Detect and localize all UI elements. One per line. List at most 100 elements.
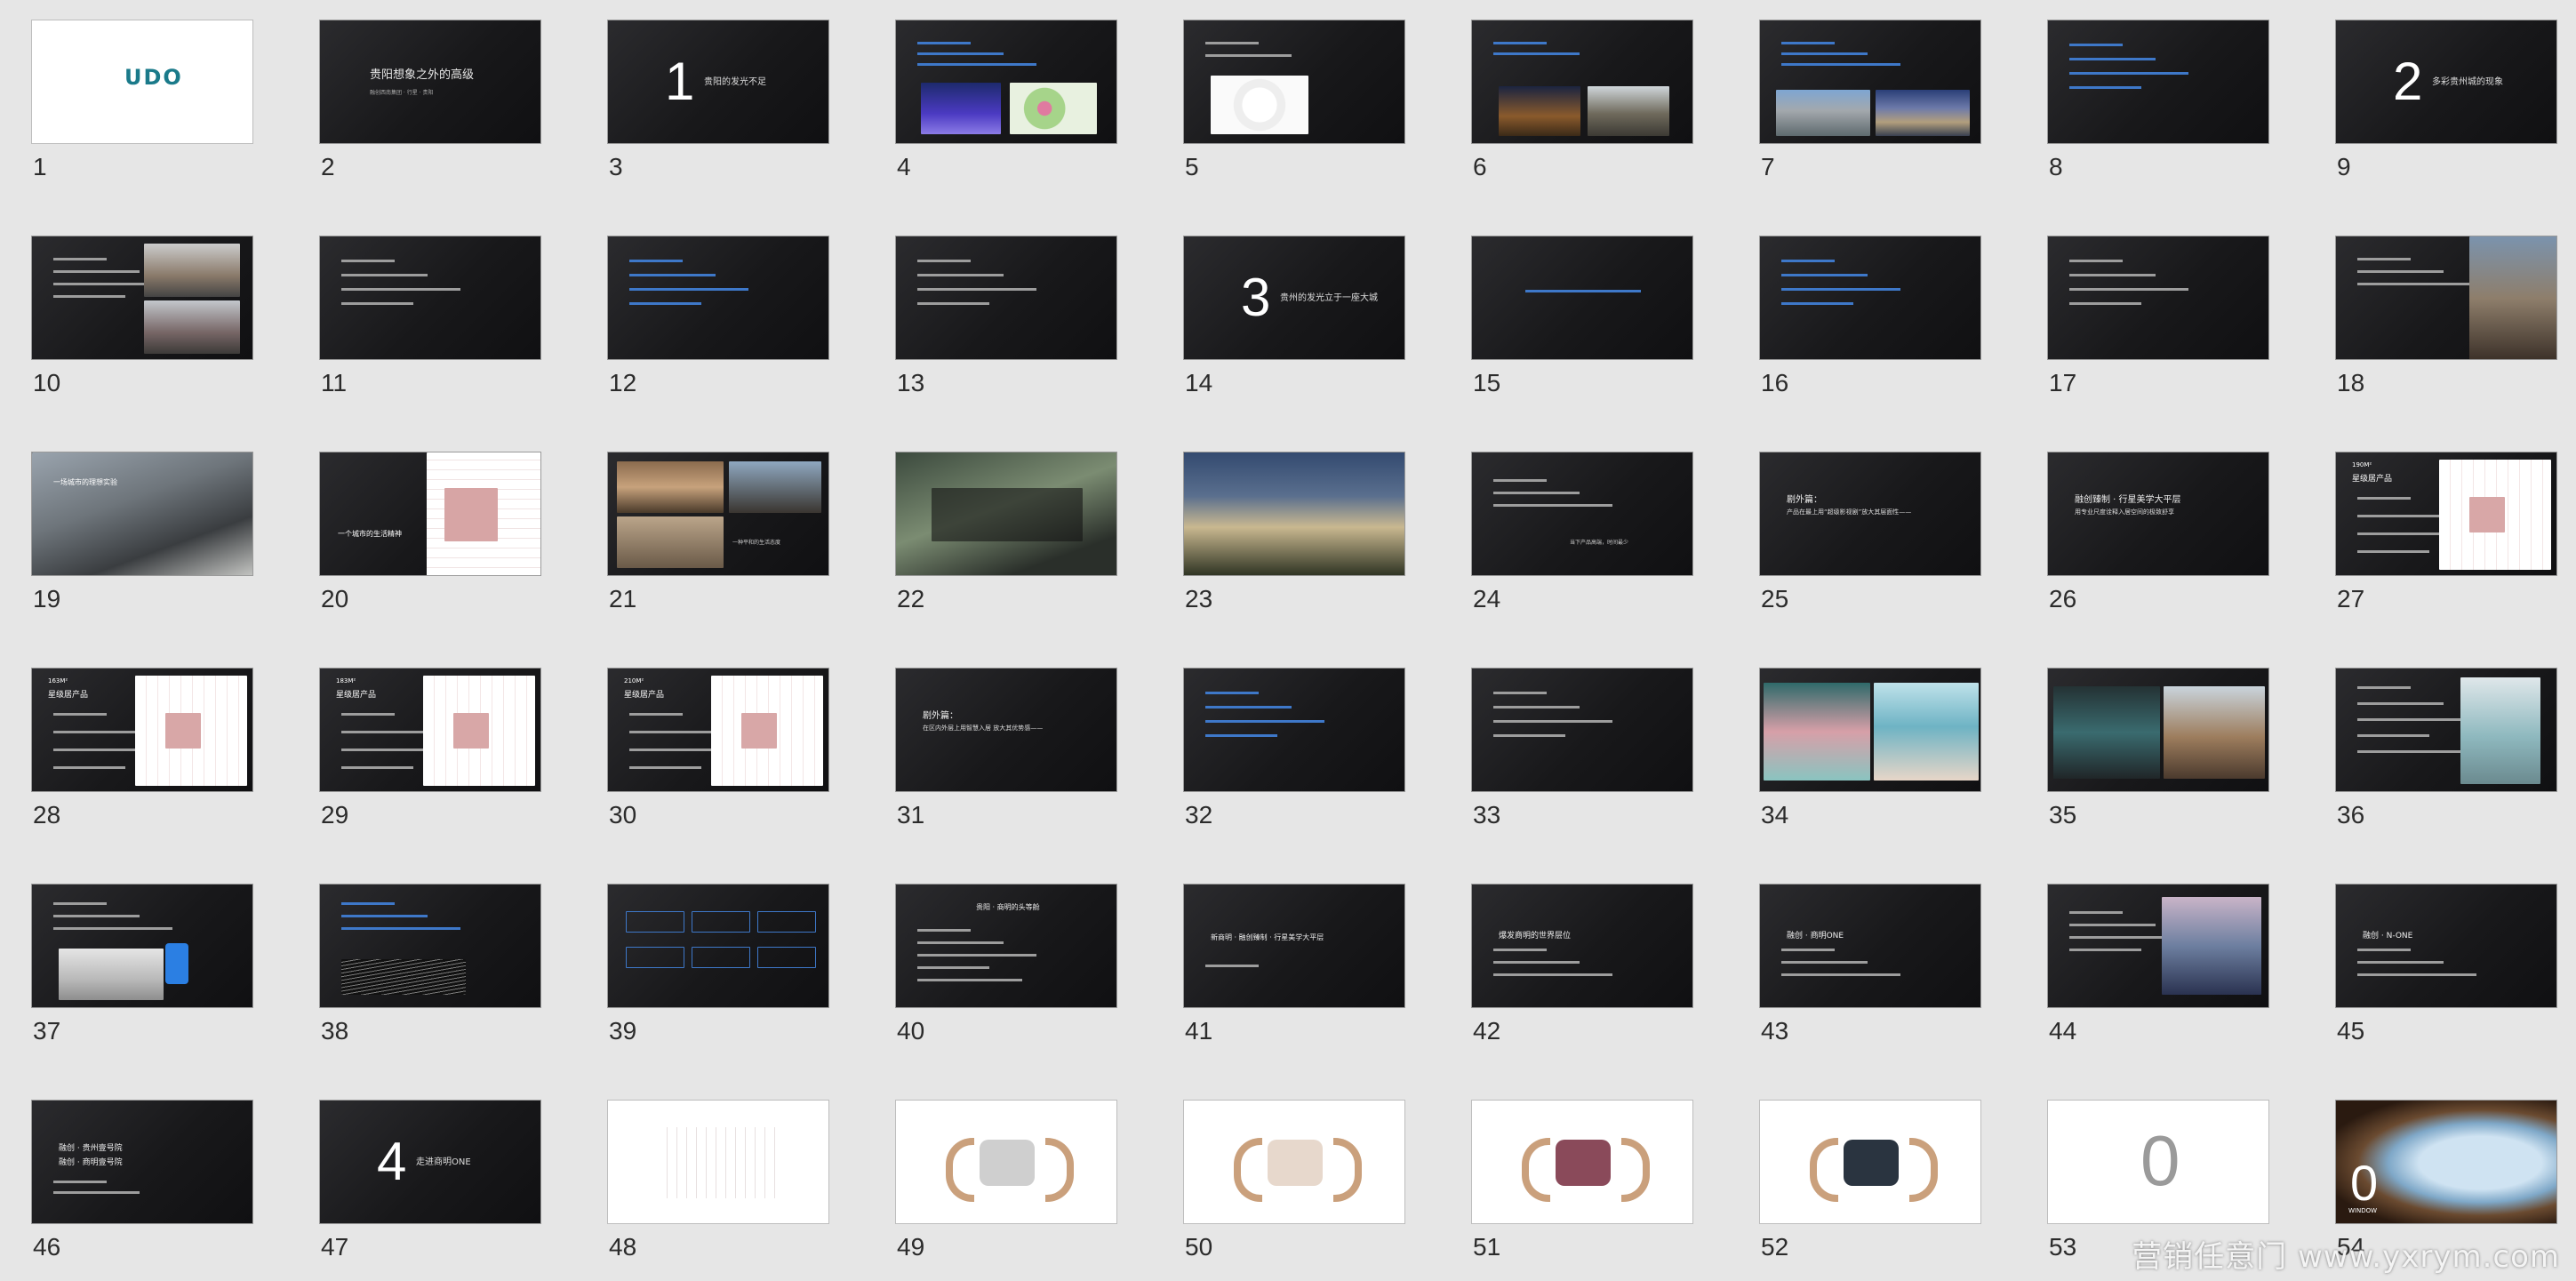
slide-thumbnail[interactable]: 10 bbox=[31, 236, 253, 396]
slide-preview[interactable]: 剧外篇： 在区内外层上用智慧入居 放大其优势感—— bbox=[895, 668, 1117, 792]
slide-thumbnail[interactable]: 33 bbox=[1471, 668, 1693, 828]
slide-preview[interactable] bbox=[2047, 236, 2269, 360]
slide-thumbnail[interactable]: 4 bbox=[895, 20, 1117, 180]
slide-thumbnail[interactable]: 17 bbox=[2047, 236, 2269, 396]
slide-thumbnail[interactable]: 52 bbox=[1759, 1100, 1981, 1260]
slide-preview[interactable]: 163M² 星级居产品 bbox=[31, 668, 253, 792]
slide-preview[interactable]: 190M² 星级居产品 bbox=[2335, 452, 2557, 576]
slide-preview[interactable]: UDO bbox=[31, 20, 253, 144]
slide-thumbnail[interactable]: 37 bbox=[31, 884, 253, 1044]
slide-preview[interactable]: 2 多彩贵州城的现象 bbox=[2335, 20, 2557, 144]
slide-preview[interactable]: 3 贵州的发光立于一座大城 bbox=[1183, 236, 1405, 360]
slide-preview[interactable] bbox=[1471, 1100, 1693, 1224]
slide-preview[interactable]: 当下产品高端，时间最少 bbox=[1471, 452, 1693, 576]
slide-preview[interactable] bbox=[1471, 236, 1693, 360]
slide-thumbnail[interactable]: 16 bbox=[1759, 236, 1981, 396]
slide-preview[interactable] bbox=[1759, 236, 1981, 360]
slide-thumbnail[interactable]: 当下产品高端，时间最少 24 bbox=[1471, 452, 1693, 612]
slide-preview[interactable] bbox=[319, 236, 541, 360]
slide-thumbnail[interactable]: 38 bbox=[319, 884, 541, 1044]
slide-thumbnail[interactable]: 210M² 星级居产品 30 bbox=[607, 668, 829, 828]
slide-preview[interactable] bbox=[1183, 668, 1405, 792]
slide-preview[interactable]: 0 WINDOW bbox=[2335, 1100, 2557, 1224]
slide-preview[interactable] bbox=[895, 1100, 1117, 1224]
slide-preview[interactable] bbox=[2335, 236, 2557, 360]
slide-thumbnail[interactable]: 12 bbox=[607, 236, 829, 396]
slide-thumbnail[interactable]: 一个城市的生活精神 20 bbox=[319, 452, 541, 612]
slide-thumbnail[interactable]: 融创臻制 · 行星美学大平层 用专业尺度诠释入居空间的极致舒享 26 bbox=[2047, 452, 2269, 612]
slide-preview[interactable] bbox=[2047, 884, 2269, 1008]
slide-thumbnail[interactable]: 18 bbox=[2335, 236, 2557, 396]
slide-thumbnail[interactable]: 13 bbox=[895, 236, 1117, 396]
slide-thumbnail[interactable]: 51 bbox=[1471, 1100, 1693, 1260]
slide-preview[interactable]: 融创臻制 · 行星美学大平层 用专业尺度诠释入居空间的极致舒享 bbox=[2047, 452, 2269, 576]
slide-thumbnail[interactable]: 48 bbox=[607, 1100, 829, 1260]
slide-thumbnail[interactable]: 新商明 · 融创臻制 · 行星美学大平层 41 bbox=[1183, 884, 1405, 1044]
slide-preview[interactable] bbox=[1759, 1100, 1981, 1224]
slide-thumbnail[interactable]: 0 WINDOW 54 bbox=[2335, 1100, 2557, 1260]
slide-preview[interactable]: 贵阳 · 商明的头等舱 bbox=[895, 884, 1117, 1008]
slide-preview[interactable]: 183M² 星级居产品 bbox=[319, 668, 541, 792]
slide-preview[interactable]: 0 bbox=[2047, 1100, 2269, 1224]
slide-thumbnail[interactable]: 4 走进商明ONE 47 bbox=[319, 1100, 541, 1260]
slide-preview[interactable] bbox=[1183, 1100, 1405, 1224]
slide-preview[interactable]: 贵阳想象之外的高级 融创西南集团 · 行星 · 贵阳 bbox=[319, 20, 541, 144]
slide-thumbnail[interactable]: 49 bbox=[895, 1100, 1117, 1260]
slide-preview[interactable]: 4 走进商明ONE bbox=[319, 1100, 541, 1224]
slide-preview[interactable] bbox=[1183, 20, 1405, 144]
slide-thumbnail[interactable]: 44 bbox=[2047, 884, 2269, 1044]
slide-preview[interactable] bbox=[607, 884, 829, 1008]
slide-thumbnail[interactable]: 22 bbox=[895, 452, 1117, 612]
slide-thumbnail[interactable]: 一种平和的生活态度 21 bbox=[607, 452, 829, 612]
slide-thumbnail[interactable]: 6 bbox=[1471, 20, 1693, 180]
slide-preview[interactable]: 新商明 · 融创臻制 · 行星美学大平层 bbox=[1183, 884, 1405, 1008]
slide-preview[interactable] bbox=[895, 452, 1117, 576]
slide-preview[interactable]: 1 贵阳的发光不足 bbox=[607, 20, 829, 144]
slide-thumbnail[interactable]: 5 bbox=[1183, 20, 1405, 180]
slide-thumbnail[interactable]: 0 53 bbox=[2047, 1100, 2269, 1260]
slide-thumbnail[interactable]: 7 bbox=[1759, 20, 1981, 180]
slide-thumbnail[interactable]: 融创 · N-ONE 45 bbox=[2335, 884, 2557, 1044]
slide-preview[interactable] bbox=[1759, 668, 1981, 792]
slide-thumbnail[interactable]: 23 bbox=[1183, 452, 1405, 612]
slide-preview[interactable]: 一场城市的理想实验 bbox=[31, 452, 253, 576]
slide-preview[interactable] bbox=[895, 20, 1117, 144]
slide-preview[interactable] bbox=[1471, 20, 1693, 144]
slide-thumbnail[interactable]: 爆发商明的世界层位 42 bbox=[1471, 884, 1693, 1044]
slide-preview[interactable] bbox=[607, 236, 829, 360]
slide-thumbnail[interactable]: 剧外篇： 在区内外层上用智慧入居 放大其优势感—— 31 bbox=[895, 668, 1117, 828]
slide-preview[interactable] bbox=[607, 1100, 829, 1224]
slide-thumbnail[interactable]: 34 bbox=[1759, 668, 1981, 828]
slide-preview[interactable] bbox=[31, 884, 253, 1008]
slide-thumbnail[interactable]: 贵阳想象之外的高级 融创西南集团 · 行星 · 贵阳 2 bbox=[319, 20, 541, 180]
slide-thumbnail[interactable]: 融创 · 商明ONE 43 bbox=[1759, 884, 1981, 1044]
slide-preview[interactable] bbox=[2047, 20, 2269, 144]
slide-preview[interactable] bbox=[319, 884, 541, 1008]
slide-thumbnail[interactable]: 35 bbox=[2047, 668, 2269, 828]
slide-thumbnail[interactable]: 2 多彩贵州城的现象 9 bbox=[2335, 20, 2557, 180]
slide-thumbnail[interactable]: 39 bbox=[607, 884, 829, 1044]
slide-preview[interactable] bbox=[1471, 668, 1693, 792]
slide-thumbnail[interactable]: 11 bbox=[319, 236, 541, 396]
slide-preview[interactable] bbox=[31, 236, 253, 360]
slide-preview[interactable]: 融创 · 贵州壹号院 融创 · 商明壹号院 bbox=[31, 1100, 253, 1224]
slide-preview[interactable] bbox=[2047, 668, 2269, 792]
slide-preview[interactable] bbox=[1759, 20, 1981, 144]
slide-thumbnail[interactable]: 190M² 星级居产品 27 bbox=[2335, 452, 2557, 612]
slide-preview[interactable]: 210M² 星级居产品 bbox=[607, 668, 829, 792]
slide-thumbnail[interactable]: UDO 1 bbox=[31, 20, 253, 180]
slide-preview[interactable]: 剧外篇： 产品在最上用“超级影视剧”放大其层面性—— bbox=[1759, 452, 1981, 576]
slide-thumbnail[interactable]: 贵阳 · 商明的头等舱 40 bbox=[895, 884, 1117, 1044]
slide-preview[interactable]: 爆发商明的世界层位 bbox=[1471, 884, 1693, 1008]
slide-preview[interactable] bbox=[2335, 668, 2557, 792]
slide-preview[interactable]: 一种平和的生活态度 bbox=[607, 452, 829, 576]
slide-preview[interactable] bbox=[1183, 452, 1405, 576]
slide-preview[interactable]: 一个城市的生活精神 bbox=[319, 452, 541, 576]
slide-thumbnail[interactable]: 15 bbox=[1471, 236, 1693, 396]
slide-thumbnail[interactable]: 50 bbox=[1183, 1100, 1405, 1260]
slide-preview[interactable]: 融创 · N-ONE bbox=[2335, 884, 2557, 1008]
slide-thumbnail[interactable]: 融创 · 贵州壹号院 融创 · 商明壹号院 46 bbox=[31, 1100, 253, 1260]
slide-thumbnail[interactable]: 36 bbox=[2335, 668, 2557, 828]
slide-thumbnail[interactable]: 剧外篇： 产品在最上用“超级影视剧”放大其层面性—— 25 bbox=[1759, 452, 1981, 612]
slide-thumbnail[interactable]: 1 贵阳的发光不足 3 bbox=[607, 20, 829, 180]
